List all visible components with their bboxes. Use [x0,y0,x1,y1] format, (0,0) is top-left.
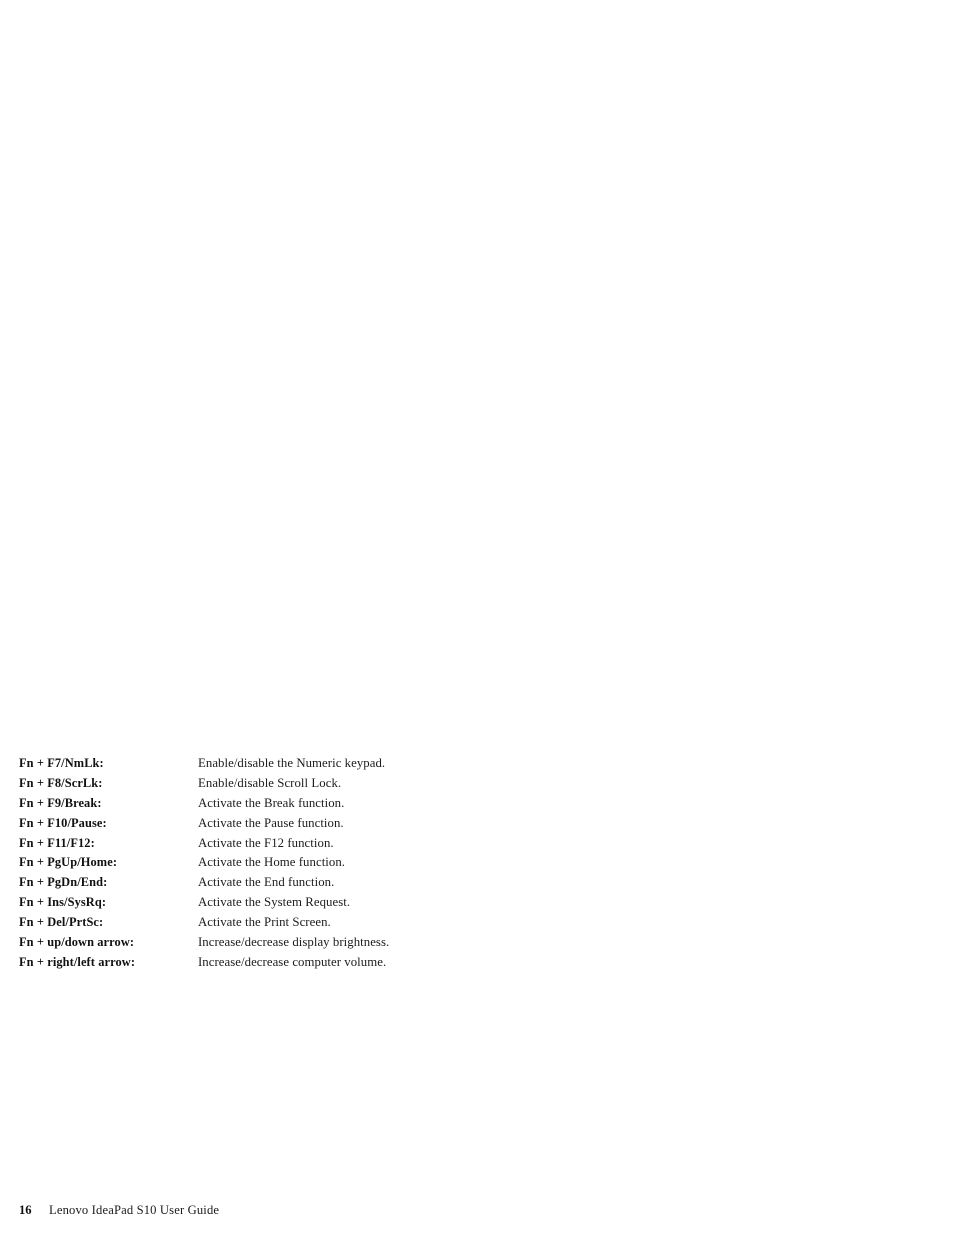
shortcut-description: Increase/decrease computer volume. [198,954,387,969]
shortcut-row: Fn + PgDn/End: Activate the End function… [19,873,719,893]
shortcut-row: Fn + Ins/SysRq: Activate the System Requ… [19,893,719,913]
shortcut-row: Fn + right/left arrow: Increase/decrease… [19,953,719,973]
shortcut-description: Enable/disable the Numeric keypad. [198,756,386,770]
shortcut-row: Fn + F7/NmLk: Enable/disable the Numeric… [19,754,719,774]
shortcut-key-combination: Fn + F11/F12: [19,835,95,850]
shortcut-row: Fn + F9/Break: Activate the Break functi… [19,794,719,814]
shortcut-description: Increase/decrease display brightness. [198,935,390,950]
shortcut-key-combination: Fn + F8/ScrLk: [19,775,103,790]
fn-key-shortcut-list: Fn + F7/NmLk: Enable/disable the Numeric… [19,754,719,973]
footer-document-title: Lenovo IdeaPad S10 User Guide [49,1203,220,1217]
shortcut-key-combination: Fn + PgDn/End: [19,875,108,890]
shortcut-row: Fn + Del/PrtSc: Activate the Print Scree… [19,913,719,933]
shortcut-description: Activate the Break function. [198,795,345,810]
shortcut-row: Fn + up/down arrow: Increase/decrease di… [19,933,719,953]
shortcut-key-combination: Fn + Del/PrtSc: [19,915,104,930]
shortcut-key-combination: Fn + up/down arrow: [19,935,135,950]
shortcut-row: Fn + PgUp/Home: Activate the Home functi… [19,853,719,873]
shortcut-key-combination: Fn + Ins/SysRq: [19,895,107,910]
shortcut-description: Activate the F12 function. [198,835,334,850]
shortcut-description: Enable/disable Scroll Lock. [198,775,342,790]
shortcut-description: Activate the Home function. [198,855,346,870]
shortcut-description: Activate the End function. [198,875,335,890]
shortcut-description: Activate the Print Screen. [198,915,331,930]
shortcut-row: Fn + F8/ScrLk: Enable/disable Scroll Loc… [19,774,719,794]
shortcut-key-combination: Fn + right/left arrow: [19,954,136,969]
shortcut-row: Fn + F10/Pause: Activate the Pause funct… [19,814,719,834]
footer-page-number: 16 [19,1203,32,1217]
shortcut-key-combination: Fn + PgUp/Home: [19,855,118,870]
shortcut-description: Activate the System Request. [198,895,351,910]
shortcut-key-combination: Fn + F9/Break: [19,795,102,810]
shortcut-description: Activate the Pause function. [198,815,344,830]
shortcut-row: Fn + F11/F12: Activate the F12 function. [19,834,719,854]
shortcut-key-combination: Fn + F10/Pause: [19,815,107,830]
shortcut-key-combination: Fn + F7/NmLk: [19,756,104,770]
document-page: Fn + F7/NmLk: Enable/disable the Numeric… [0,0,954,1235]
page-footer: 16 Lenovo IdeaPad S10 User Guide [19,1203,219,1218]
